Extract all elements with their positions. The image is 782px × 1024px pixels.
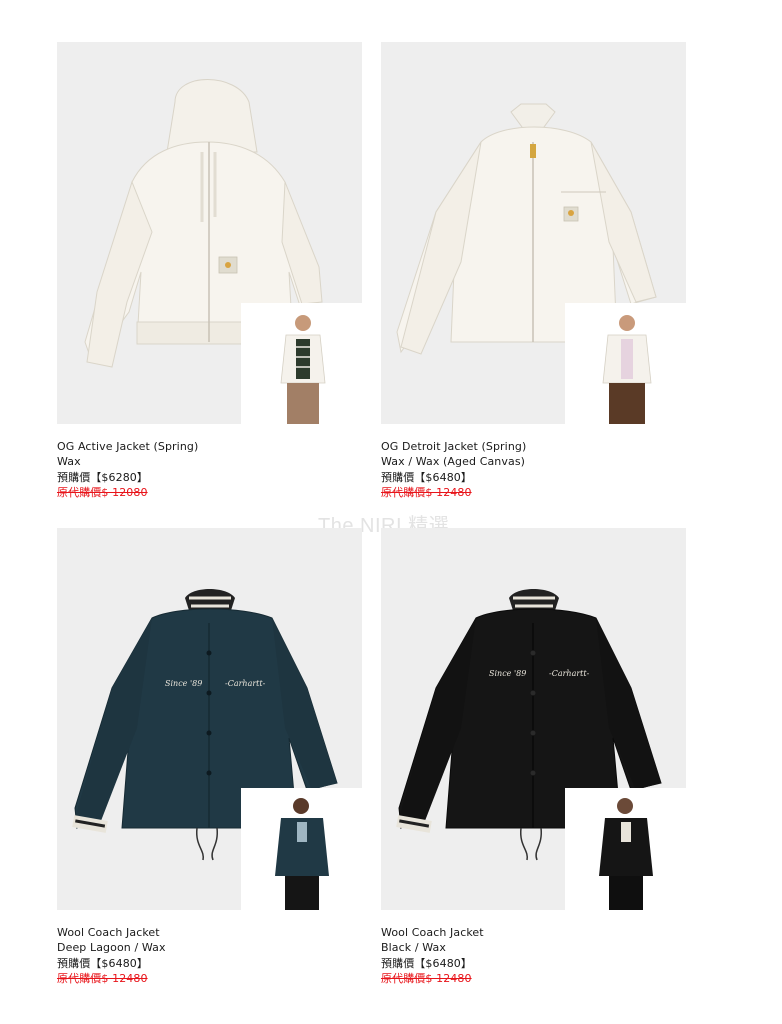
original-price: 原代購價$ 12480 — [381, 972, 472, 985]
model-photo — [241, 303, 362, 424]
model-figure — [275, 798, 329, 910]
embroidery-left: Since '89 — [489, 669, 526, 678]
product-card[interactable]: Since '89 -Carhartt- Wool Coach Jacket D… — [57, 528, 362, 986]
embroidery-left: Since '89 — [165, 679, 202, 688]
preorder-price: 預購價【$6480】 — [57, 957, 148, 970]
product-name[interactable]: Wool Coach Jacket — [57, 925, 362, 940]
model-photo — [565, 303, 686, 424]
product-card[interactable]: Since '89 -Carhartt- Wool Coach Jacket B… — [381, 528, 686, 986]
product-image[interactable]: Since '89 -Carhartt- — [57, 528, 362, 910]
original-price: 原代購價$ 12480 — [381, 486, 472, 499]
model-photo — [565, 788, 686, 910]
preorder-price: 預購價【$6480】 — [381, 957, 472, 970]
product-card[interactable]: OG Active Jacket (Spring) Wax 預購價【$6280】… — [57, 42, 362, 500]
product-info: Wool Coach Jacket Black / Wax 預購價【$6480】… — [381, 925, 686, 986]
product-color: Wax / Wax (Aged Canvas) — [381, 455, 526, 468]
product-image[interactable] — [381, 42, 686, 424]
product-color: Deep Lagoon / Wax — [57, 941, 166, 954]
product-card[interactable]: OG Detroit Jacket (Spring) Wax / Wax (Ag… — [381, 42, 686, 500]
model-figure — [599, 798, 653, 910]
original-price: 原代購價$ 12480 — [57, 972, 148, 985]
product-image[interactable]: Since '89 -Carhartt- — [381, 528, 686, 910]
preorder-price: 預購價【$6280】 — [57, 471, 148, 484]
product-info: Wool Coach Jacket Deep Lagoon / Wax 預購價【… — [57, 925, 362, 986]
original-price: 原代購價$ 12080 — [57, 486, 148, 499]
product-info: OG Active Jacket (Spring) Wax 預購價【$6280】… — [57, 439, 362, 500]
product-color: Wax — [57, 455, 81, 468]
model-photo — [241, 788, 362, 910]
product-info: OG Detroit Jacket (Spring) Wax / Wax (Ag… — [381, 439, 686, 500]
model-figure — [280, 315, 326, 424]
model-figure — [602, 315, 652, 424]
product-image[interactable] — [57, 42, 362, 424]
product-name[interactable]: Wool Coach Jacket — [381, 925, 686, 940]
embroidery-right: -Carhartt- — [225, 679, 266, 688]
product-name[interactable]: OG Detroit Jacket (Spring) — [381, 439, 686, 454]
preorder-price: 預購價【$6480】 — [381, 471, 472, 484]
product-color: Black / Wax — [381, 941, 446, 954]
embroidery-right: -Carhartt- — [549, 669, 590, 678]
product-name[interactable]: OG Active Jacket (Spring) — [57, 439, 362, 454]
